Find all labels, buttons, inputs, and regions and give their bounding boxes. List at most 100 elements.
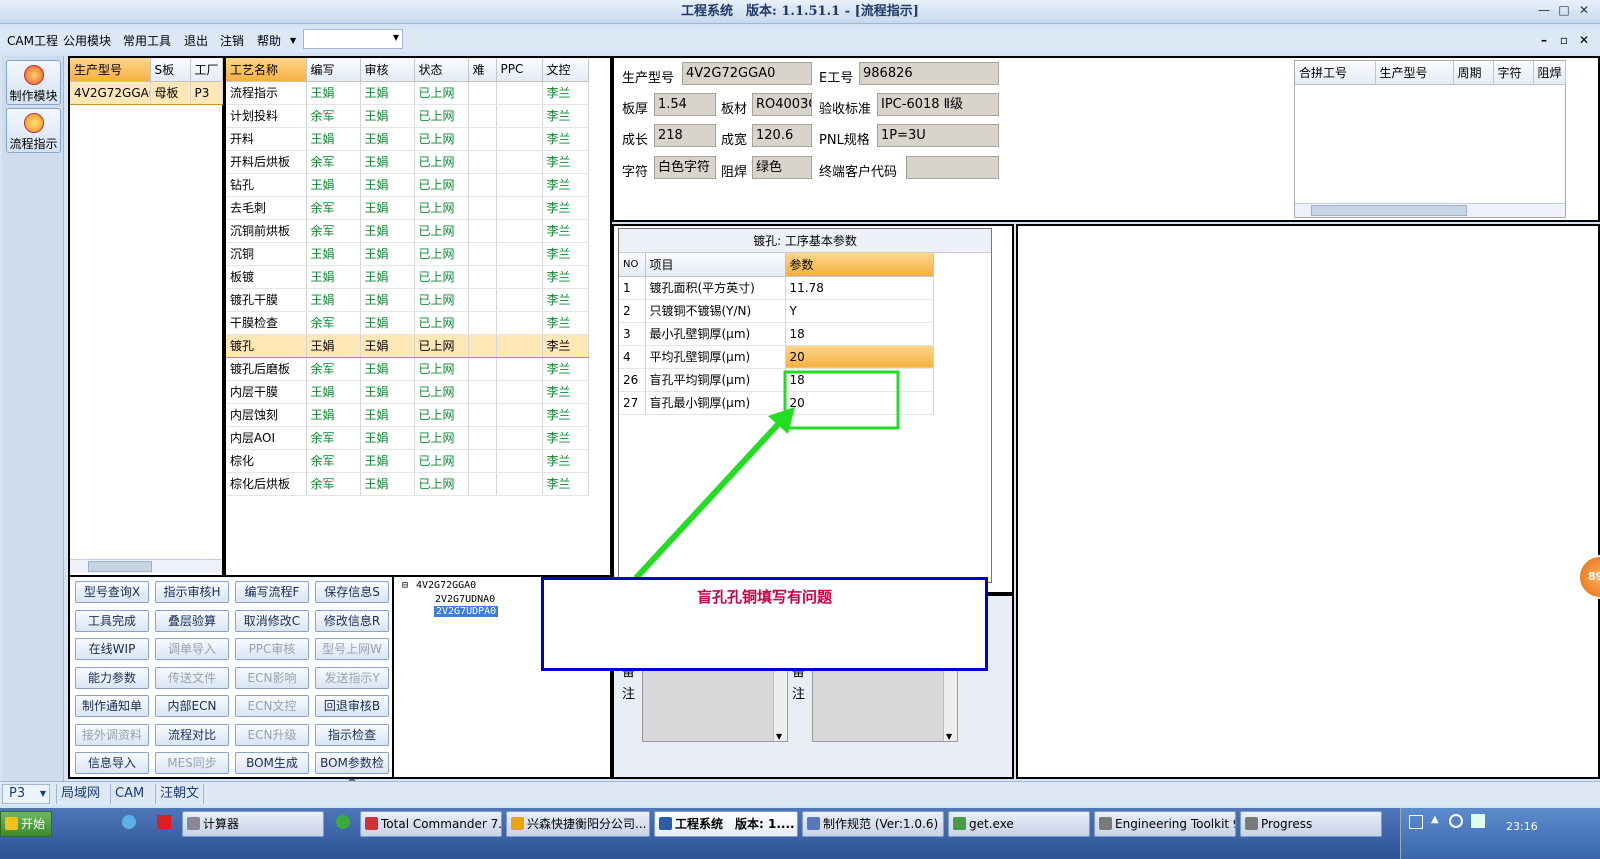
mdi-restore-icon[interactable]: ▫ <box>1554 33 1574 47</box>
col-header-solder-mask[interactable]: 阻焊 <box>1533 61 1566 85</box>
mdi-minimize-icon[interactable]: – <box>1534 33 1554 47</box>
task-company[interactable]: 兴森快捷衡阳分公司... <box>506 811 650 837</box>
field-characters[interactable]: 白色字符 <box>654 156 716 179</box>
field-thickness[interactable]: 1.54 <box>654 93 716 116</box>
col-header-model[interactable]: 生产型号 <box>70 58 151 82</box>
scroll-thumb[interactable] <box>1311 205 1467 216</box>
task-progress[interactable]: Progress <box>1240 811 1382 837</box>
col-header[interactable]: 参数 <box>785 253 934 277</box>
field-length[interactable]: 218 <box>654 124 716 147</box>
col-header-sboard[interactable]: S板 <box>150 58 191 82</box>
col-header[interactable]: 工艺名称 <box>226 58 307 82</box>
table-row[interactable]: 计划投料 余军 王娟 已上网 李兰 <box>226 104 589 128</box>
action-button[interactable]: 调单导入 <box>155 638 229 660</box>
col-header[interactable]: 项目 <box>645 253 786 277</box>
task-total-commander[interactable]: Total Commander 7.0 ... <box>360 811 502 837</box>
table-row[interactable]: 沉铜 王娟 王娟 已上网 李兰 <box>226 242 589 266</box>
col-header[interactable]: 文控 <box>542 58 589 82</box>
sidebar-item-flow-instruction[interactable]: 流程指示 <box>6 108 61 153</box>
col-header-characters[interactable]: 字符 <box>1493 61 1534 85</box>
table-row[interactable]: 棕化后烘板 余军 王娟 已上网 李兰 <box>226 472 589 496</box>
field-pnl[interactable]: 1P=3U <box>877 124 999 147</box>
task-calculator[interactable]: 计算器 <box>182 811 324 837</box>
action-button[interactable]: 传送文件 <box>155 666 229 689</box>
scroll-thumb[interactable] <box>88 561 152 572</box>
menu-cam-project[interactable]: CAM工程 <box>7 32 58 49</box>
action-button[interactable]: 指示检查 <box>315 723 389 746</box>
action-button[interactable]: ECN文控 <box>235 695 309 717</box>
table-row[interactable]: 开料 王娟 王娟 已上网 李兰 <box>226 127 589 151</box>
table-row[interactable]: 4V2G72GGA0 母板 P3 <box>70 80 223 105</box>
action-button[interactable]: 流程对比 <box>155 723 229 746</box>
table-row[interactable]: 3 最小孔壁铜厚(μm) 18 <box>619 322 934 346</box>
action-button[interactable]: 修改信息R <box>315 609 389 632</box>
quicklaunch-icon[interactable] <box>122 815 136 829</box>
action-button[interactable]: 型号上网W <box>315 638 389 660</box>
sidebar-item-production-module[interactable]: 制作模块 <box>6 60 61 105</box>
action-button[interactable]: ECN升级 <box>235 723 309 746</box>
menu-logout[interactable]: 注销 <box>220 32 244 49</box>
field-width[interactable]: 120.6 <box>752 124 812 147</box>
table-row[interactable]: 内层蚀刻 王娟 王娟 已上网 李兰 <box>226 403 589 427</box>
table-row[interactable]: 4 平均孔壁铜厚(μm) 20 <box>619 345 934 369</box>
menu-common-modules[interactable]: 公用模块 <box>63 32 111 49</box>
field-solder-mask[interactable]: 绿色 <box>752 156 812 179</box>
table-row[interactable]: 内层AOI 余军 王娟 已上网 李兰 <box>226 426 589 450</box>
action-button[interactable]: 制作通知单 <box>75 695 149 717</box>
table-row[interactable]: 2 只镀铜不镀锡(Y/N) Y <box>619 299 934 323</box>
action-button[interactable]: 保存信息S <box>315 581 389 603</box>
action-button[interactable]: 接外调资料 <box>75 723 149 746</box>
table-row[interactable]: 27 盲孔最小铜厚(μm) 20 <box>619 391 934 415</box>
mdi-close-icon[interactable]: ✕ <box>1574 33 1594 47</box>
field-acceptance[interactable]: IPC-6018 Ⅱ级 <box>877 93 999 116</box>
col-header-period[interactable]: 周期 <box>1453 61 1494 85</box>
field-material[interactable]: RO4003C <box>752 93 812 116</box>
action-button[interactable]: 取消修改C <box>235 609 309 632</box>
task-engineering-toolkit[interactable]: Engineering Toolkit 9.... <box>1094 811 1236 837</box>
col-header[interactable]: 难 <box>468 58 497 82</box>
menu-common-tools[interactable]: 常用工具 <box>123 32 171 49</box>
chevron-down-icon[interactable]: ▼ <box>776 732 782 741</box>
status-combo[interactable]: P3 ▼ <box>2 784 50 804</box>
volume-icon[interactable] <box>1471 814 1485 828</box>
col-header[interactable]: 审核 <box>360 58 415 82</box>
table-row[interactable]: 镀孔 王娟 王娟 已上网 李兰 <box>226 333 589 358</box>
action-button[interactable]: 能力参数 <box>75 666 149 689</box>
maximize-icon[interactable]: □ <box>1554 3 1574 17</box>
start-button[interactable]: 开始 <box>0 811 52 837</box>
col-header[interactable]: 编写 <box>306 58 361 82</box>
field-e-no[interactable]: 986826 <box>859 62 999 85</box>
pdf-icon[interactable] <box>157 815 171 829</box>
table-row[interactable]: 流程指示 王娟 王娟 已上网 李兰 <box>226 81 589 105</box>
action-button[interactable]: 型号查询X <box>75 581 149 603</box>
menu-combo[interactable]: ▼ <box>303 29 403 49</box>
tray-icon[interactable] <box>1409 815 1423 829</box>
table-row[interactable]: 去毛刺 余军 王娟 已上网 李兰 <box>226 196 589 220</box>
col-header[interactable]: NO <box>619 253 646 277</box>
field-model[interactable]: 4V2G72GGA0 <box>682 62 812 85</box>
menu-dropdown-arrow-icon[interactable]: ▼ <box>290 36 296 45</box>
action-button[interactable]: 信息导入 <box>75 752 149 774</box>
menu-exit[interactable]: 退出 <box>184 32 208 49</box>
action-button[interactable]: 内部ECN <box>155 695 229 717</box>
tree-root[interactable]: 4V2G72GGA0 <box>416 580 476 591</box>
table-row[interactable]: 沉铜前烘板 余军 王娟 已上网 李兰 <box>226 219 589 243</box>
network-icon[interactable] <box>1449 814 1463 828</box>
table-row[interactable]: 1 镀孔面积(平方英寸) 11.78 <box>619 276 934 300</box>
table-row[interactable]: 棕化 余军 王娟 已上网 李兰 <box>226 449 589 473</box>
table-row[interactable]: 镀孔后磨板 余军 王娟 已上网 李兰 <box>226 357 589 381</box>
tree-node[interactable]: 2V2G7UDNA0 <box>435 594 495 605</box>
horizontal-scrollbar[interactable] <box>70 559 222 573</box>
action-button[interactable]: 指示审核H <box>155 581 229 603</box>
col-header[interactable]: 状态 <box>414 58 469 82</box>
chevron-down-icon[interactable]: ▼ <box>946 732 952 741</box>
action-button[interactable]: BOM参数检查 <box>315 752 389 790</box>
action-button[interactable]: MES同步 <box>155 752 229 774</box>
action-button[interactable]: 编写流程F <box>235 581 309 603</box>
minimize-icon[interactable]: — <box>1534 3 1554 17</box>
menu-help[interactable]: 帮助 <box>257 32 281 49</box>
table-row[interactable]: 开料后烘板 余军 王娟 已上网 李兰 <box>226 150 589 174</box>
col-header[interactable]: PPC <box>496 58 543 82</box>
task-engineering-system[interactable]: 工程系统 版本: 1.... <box>654 811 798 837</box>
table-row[interactable]: 镀孔干膜 王娟 王娟 已上网 李兰 <box>226 288 589 312</box>
